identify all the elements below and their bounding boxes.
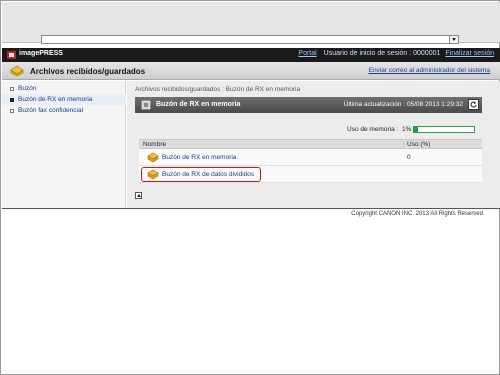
copyright-text: Copyright CANON INC. 2013 All Rights Res… [351,211,483,217]
table-row: Buzón de RX en memoria 0 [139,149,482,166]
mailbox-link-rx-split-data[interactable]: Buzón de RX de datos divididos [162,171,254,178]
browser-chrome [2,2,500,44]
memory-usage-fill [414,127,419,132]
table-header: Nombre Uso (%) [139,139,482,149]
sidebar-item-confidential-fax[interactable]: Buzón fax confidencial [2,105,126,116]
header-links: Portal Usuario de inicio de sesión : 000… [298,50,494,57]
column-header-usage: Uso (%) [403,141,430,149]
memory-usage-percent: 1% [402,126,412,133]
memory-box-icon [141,100,151,110]
bullet-icon [10,98,14,102]
bullet-icon [10,109,14,113]
scroll-top-button[interactable] [135,192,142,199]
page-title: Archivos recibidos/guardados [30,67,146,76]
mailbox-table: Nombre Uso (%) Buzón de RX en memoria 0 … [139,139,482,183]
sidebar-item-rx-memory[interactable]: Buzón de RX en memoria [2,94,126,105]
refresh-icon [470,101,477,108]
panel-header: Buzón de RX en memoria Última actualizac… [135,97,482,113]
sidebar-item-buzon[interactable]: Buzón [2,83,126,94]
top-header-bar: imagePRESS Portal Usuario de inicio de s… [2,48,500,62]
refresh-button[interactable] [468,99,479,110]
dropdown-arrow-icon[interactable] [449,36,458,43]
footer-divider [2,208,500,209]
mailbox-icon [10,65,24,77]
mailbox-link-rx-memory[interactable]: Buzón de RX en memoria [162,154,236,161]
portal-link[interactable]: Portal [298,50,316,57]
browser-window: imagePRESS Portal Usuario de inicio de s… [0,0,500,375]
address-dropdown[interactable] [41,35,459,44]
memory-usage-label: Uso de memoria : [347,126,399,133]
sidebar-item-label: Buzón [18,85,37,92]
mailbox-icon [147,169,159,180]
last-update-text: Última actualización : 05/08 2013 1:29:3… [343,101,463,108]
mailbox-icon [147,152,159,163]
title-bar: Archivos recibidos/guardados Enviar corr… [2,62,500,80]
sidebar-item-label: Buzón fax confidencial [18,107,84,114]
bullet-icon [10,87,14,91]
logout-link[interactable]: Finalizar sesión [445,50,494,57]
main-content: Archivos recibidos/guardados : Buzón de … [127,81,500,208]
sidebar-item-label: Buzón de RX en memoria [18,96,93,103]
memory-usage-bar [413,126,475,133]
email-admin-link[interactable]: Enviar correo al administrador del siste… [369,67,490,74]
table-row: Buzón de RX de datos divididos [139,166,482,183]
column-header-name: Nombre [143,141,167,148]
panel-title: Buzón de RX en memoria [156,101,241,108]
brand-name: imagePRESS [19,50,63,57]
login-user-text: Usuario de inicio de sesión : 0000001 [323,50,441,57]
breadcrumb: Archivos recibidos/guardados : Buzón de … [135,86,301,93]
sidebar: Buzón Buzón de RX en memoria Buzón fax c… [2,81,126,208]
logo-icon [7,51,16,59]
usage-value: 0 [407,154,411,161]
